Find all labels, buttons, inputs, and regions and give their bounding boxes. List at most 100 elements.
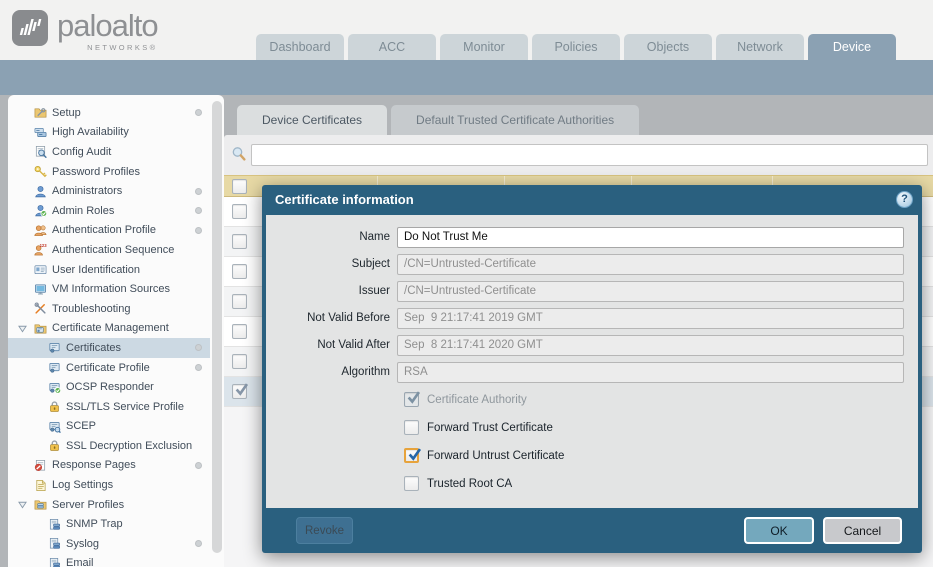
id-card-icon: [34, 263, 47, 276]
sidebar-item-snmp-trap[interactable]: SNMP Trap: [8, 514, 210, 534]
sidebar-item-administrators[interactable]: Administrators: [8, 181, 210, 201]
tab-default-trusted-certificate-authorities[interactable]: Default Trusted Certificate Authorities: [391, 105, 640, 135]
trusted-root-ca-checkbox[interactable]: [404, 476, 419, 491]
nav-tab-policies[interactable]: Policies: [532, 34, 620, 60]
field-label: Issuer: [358, 285, 390, 297]
certificate-information-dialog: Certificate information ? Name Subject Iss…: [262, 185, 922, 553]
sidebar-item-vm-information-sources[interactable]: VM Information Sources: [8, 279, 210, 299]
user-check-icon: [34, 204, 47, 218]
sidebar-item-label: Email: [66, 557, 94, 567]
algorithm-input: [397, 361, 904, 383]
blocked-icon: [34, 459, 47, 472]
sidebar-item-ssl-tls-service-profile[interactable]: SSL/TLS Service Profile: [8, 397, 210, 417]
nav-tab-device[interactable]: Device: [808, 34, 896, 60]
sidebar-item-label: Password Profiles: [52, 165, 141, 178]
nav-tab-acc[interactable]: ACC: [348, 34, 436, 60]
row-checkbox[interactable]: [232, 234, 247, 249]
nav-tab-monitor[interactable]: Monitor: [440, 34, 528, 60]
main-nav-tabs: Dashboard ACC Monitor Policies Objects Networ…: [256, 34, 896, 60]
sidebar-item-label: Admin Roles: [52, 204, 115, 217]
content-tabs: Device Certificates Default Trusted Certi…: [237, 105, 640, 135]
sidebar-item-label: High Availability: [52, 126, 129, 139]
sidebar-item-ocsp-responder[interactable]: OCSP Responder: [8, 377, 210, 397]
users-seq-icon: 123: [34, 243, 47, 256]
sidebar-item-certificates[interactable]: Certificates: [8, 338, 210, 358]
sidebar-item-config-audit[interactable]: Config Audit: [8, 142, 210, 162]
row-checkbox[interactable]: [232, 383, 249, 399]
server-doc-icon: [48, 537, 61, 550]
sidebar-item-label: Server Profiles: [52, 498, 125, 511]
expand-collapse-arrow-icon[interactable]: [18, 500, 27, 509]
checkbox-row-forward-untrust-certificate: Forward Untrust Certificate: [404, 448, 918, 463]
sidebar-item-label: OCSP Responder: [66, 381, 154, 394]
ok-button[interactable]: OK: [744, 517, 814, 544]
sidebar-item-troubleshooting[interactable]: Troubleshooting: [8, 299, 210, 319]
not-valid-after-input: [397, 334, 904, 356]
row-checkbox[interactable]: [232, 294, 247, 309]
status-dot: [195, 207, 202, 215]
sidebar-item-ssl-decryption-exclusion[interactable]: SSL Decryption Exclusion: [8, 436, 210, 456]
lock-icon: [48, 439, 61, 452]
sidebar-item-high-availability[interactable]: High Availability: [8, 123, 210, 143]
sidebar-item-setup[interactable]: Setup: [8, 103, 210, 123]
row-checkbox[interactable]: [232, 324, 247, 339]
nav-tab-dashboard[interactable]: Dashboard: [256, 34, 344, 60]
nav-tab-network[interactable]: Network: [716, 34, 804, 60]
expand-collapse-arrow-icon[interactable]: [18, 324, 27, 333]
forward-trust-certificate-checkbox[interactable]: [404, 420, 419, 435]
checkbox-label: Certificate Authority: [427, 393, 527, 406]
sidebar-item-email[interactable]: Email: [8, 554, 210, 567]
sidebar-item-server-profiles[interactable]: Server Profiles: [8, 495, 210, 515]
cancel-button[interactable]: Cancel: [823, 517, 902, 544]
sidebar-item-label: SNMP Trap: [66, 518, 123, 531]
sidebar-item-log-settings[interactable]: Log Settings: [8, 475, 210, 495]
sidebar-item-password-profiles[interactable]: Password Profiles: [8, 162, 210, 182]
status-dot: [195, 344, 202, 352]
status-dot: [195, 109, 202, 117]
sidebar-item-authentication-profile[interactable]: Authentication Profile: [8, 221, 210, 241]
search-input[interactable]: [251, 144, 928, 166]
field-label: Subject: [351, 258, 390, 270]
sidebar-item-label: Certificate Management: [52, 322, 169, 335]
sidebar-item-authentication-sequence[interactable]: 123 Authentication Sequence: [8, 240, 210, 260]
sidebar-item-certificate-management[interactable]: Certificate Management: [8, 319, 210, 339]
sidebar-item-label: Setup: [52, 106, 81, 119]
nav-tab-objects[interactable]: Objects: [624, 34, 712, 60]
sidebar-item-user-identification[interactable]: User Identification: [8, 260, 210, 280]
cert-check-icon: [48, 381, 61, 394]
status-dot: [195, 540, 202, 548]
sidebar-scrollbar[interactable]: [210, 95, 224, 567]
logo-networks: NETWORKS®: [87, 43, 158, 52]
sidebar-item-certificate-profile[interactable]: Certificate Profile: [8, 358, 210, 378]
field-label: Not Valid Before: [307, 312, 390, 324]
checkbox-label: Trusted Root CA: [427, 477, 513, 490]
top-header: paloalto NETWORKS® Dashboard ACC Monitor Po…: [0, 0, 933, 60]
checkbox-label: Forward Trust Certificate: [427, 421, 553, 434]
sidebar-item-scep[interactable]: SCEP: [8, 417, 210, 437]
field-label: Name: [359, 231, 390, 243]
folder-server-icon: [34, 498, 47, 511]
setup-icon: [34, 106, 47, 119]
sidebar-item-admin-roles[interactable]: Admin Roles: [8, 201, 210, 221]
row-checkbox[interactable]: [232, 264, 247, 279]
sidebar-item-response-pages[interactable]: Response Pages: [8, 456, 210, 476]
forward-untrust-certificate-checkbox[interactable]: [404, 448, 422, 463]
row-checkbox[interactable]: [232, 204, 247, 219]
checkbox-row-trusted-root-ca: Trusted Root CA: [404, 476, 918, 491]
table-header-select-all-checkbox[interactable]: [232, 179, 247, 194]
field-row-not-valid-before: Not Valid Before: [266, 307, 904, 329]
name-input[interactable]: [397, 226, 904, 248]
users-icon: [34, 224, 47, 237]
row-checkbox[interactable]: [232, 354, 247, 369]
sidebar-item-label: Authentication Profile: [52, 224, 156, 237]
key-icon: [34, 165, 47, 178]
svg-text:123: 123: [40, 244, 47, 249]
help-icon[interactable]: ?: [896, 191, 913, 208]
sidebar-scrollbar-thumb[interactable]: [212, 101, 222, 553]
revoke-button[interactable]: Revoke: [296, 517, 353, 544]
tab-device-certificates[interactable]: Device Certificates: [237, 105, 388, 135]
not-valid-before-input: [397, 307, 904, 329]
dialog-footer: Revoke OK Cancel: [262, 508, 922, 553]
field-row-algorithm: Algorithm: [266, 361, 904, 383]
sidebar-item-syslog[interactable]: Syslog: [8, 534, 210, 554]
